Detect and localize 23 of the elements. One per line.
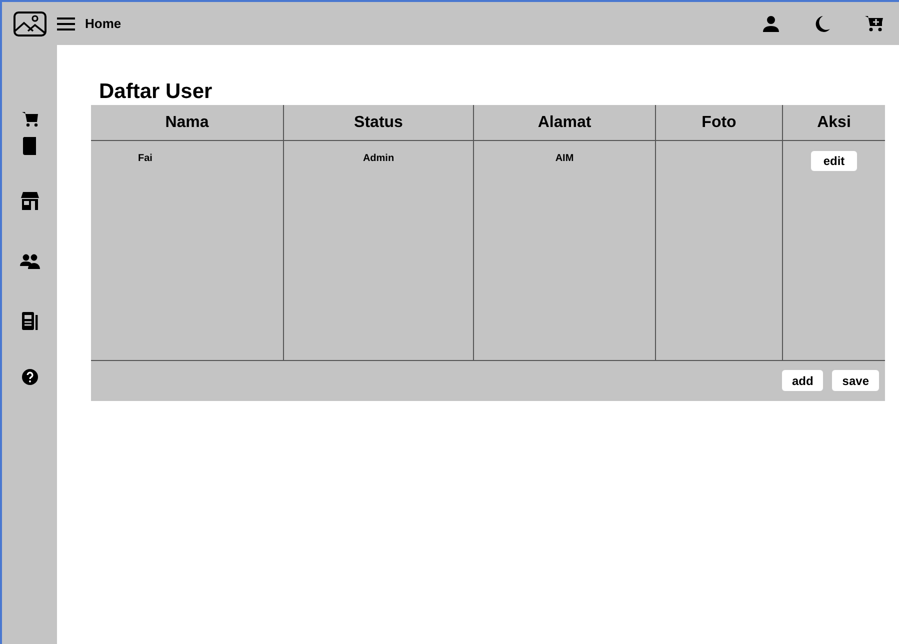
cart-add-icon[interactable] bbox=[865, 15, 883, 32]
column-header: Foto bbox=[702, 114, 736, 132]
image-icon[interactable] bbox=[12, 10, 46, 36]
save-button[interactable]: save bbox=[832, 370, 879, 391]
edit-button[interactable]: edit bbox=[811, 151, 857, 171]
menu-icon[interactable] bbox=[57, 16, 75, 30]
table-cell: Admin bbox=[283, 141, 473, 361]
table-cell: Fai bbox=[91, 141, 283, 361]
person-icon[interactable] bbox=[763, 16, 779, 32]
column-header: Aksi bbox=[817, 114, 851, 132]
moon-icon[interactable] bbox=[814, 16, 830, 32]
column-header: Status bbox=[354, 114, 403, 132]
newspaper-icon[interactable] bbox=[22, 312, 38, 330]
cart-icon[interactable] bbox=[22, 111, 38, 127]
help-icon[interactable] bbox=[22, 369, 38, 385]
column-header: Nama bbox=[165, 114, 209, 132]
table-cell: AIM bbox=[473, 141, 655, 361]
add-button[interactable]: add bbox=[782, 370, 824, 391]
store-icon[interactable] bbox=[20, 192, 38, 210]
column-header: Alamat bbox=[538, 114, 592, 132]
heading: Daftar User bbox=[99, 79, 214, 105]
people-icon[interactable] bbox=[20, 254, 40, 268]
page-title: Home bbox=[85, 16, 122, 31]
